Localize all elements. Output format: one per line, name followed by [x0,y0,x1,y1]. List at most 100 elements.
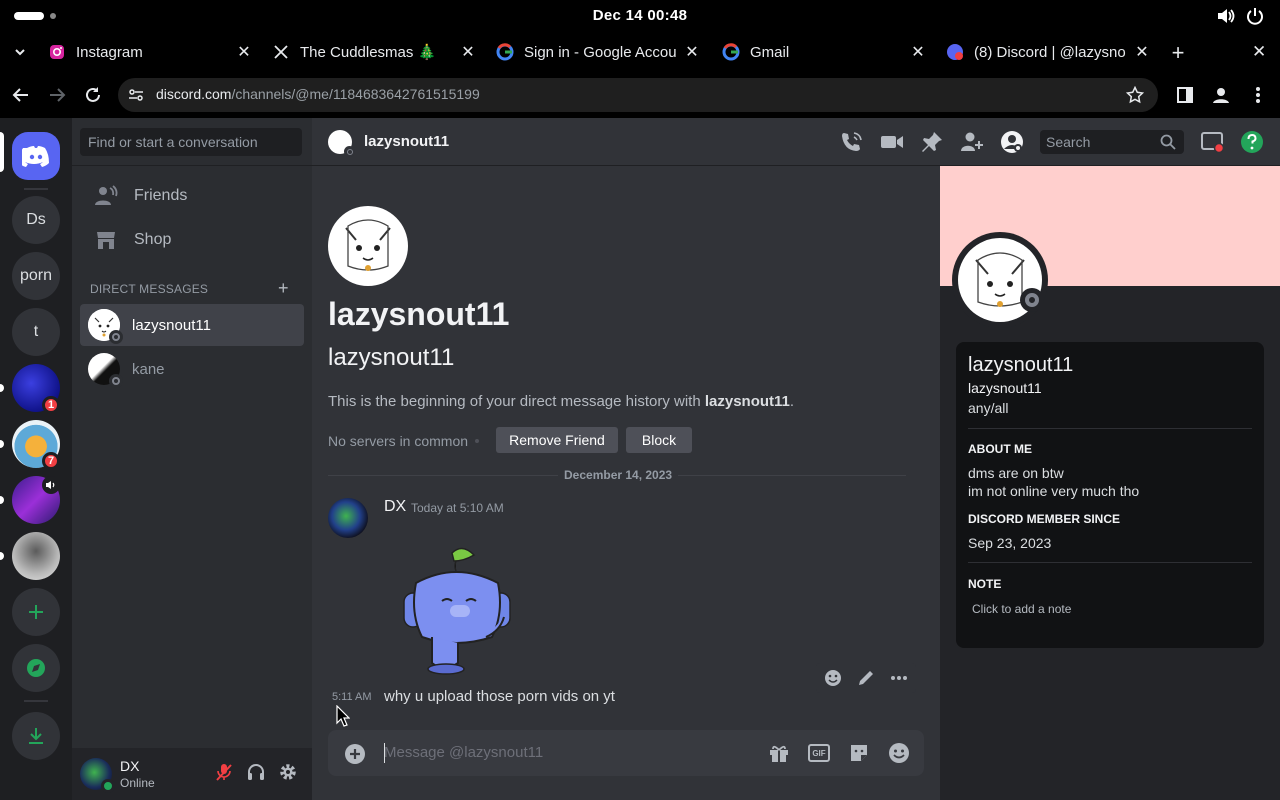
create-dm-plus-icon[interactable]: + [278,278,289,299]
block-button[interactable]: Block [626,427,692,453]
emoji-icon[interactable] [888,742,910,764]
member-since-date: Sep 23, 2023 [968,535,1052,551]
divider [72,165,312,166]
bookmark-star-icon[interactable] [1126,86,1144,104]
profile-status-offline [1020,288,1044,312]
profile-icon[interactable] [1212,86,1230,104]
url-text: discord.com/channels/@me/118468364276151… [156,86,480,102]
beginning-text: This is the beginning of your direct mes… [328,393,705,410]
selected-indicator [0,132,4,172]
attach-plus-icon[interactable] [344,743,366,765]
note-title: NOTE [968,577,1002,591]
about-me-title: ABOUT ME [968,442,1032,456]
help-icon[interactable] [1240,130,1264,154]
server-ds[interactable]: Ds [12,196,60,244]
header-username[interactable]: lazysnout11 [364,133,449,150]
friends-wave-icon [94,184,118,208]
volume-icon[interactable] [1216,7,1236,25]
server-gray-avatar[interactable] [12,532,60,580]
tab-instagram[interactable]: Instagram ✕ [48,32,254,72]
power-icon[interactable] [1246,7,1264,25]
nav-friends-label: Friends [134,187,188,204]
omnibox[interactable]: discord.com/channels/@me/118468364276151… [118,78,1158,112]
tab-discord[interactable]: (8) Discord | @lazysno ✕ [946,32,1152,72]
video-call-icon[interactable] [880,130,904,154]
explore-compass-icon[interactable] [12,644,60,692]
header-avatar[interactable] [328,130,355,157]
message-author-avatar[interactable] [328,498,368,538]
search-icon [1160,134,1176,150]
clock: Dec 14 00:48 [592,7,688,24]
chat-header: lazysnout11 Search [312,118,1280,166]
dm-sidebar: Find or start a conversation Friends Sho… [72,118,312,800]
remove-friend-button[interactable]: Remove Friend [496,427,618,453]
server-porn[interactable]: porn [12,252,60,300]
dm-header: DIRECT MESSAGES [90,282,209,296]
server-rail: Ds porn t 1 7 [0,118,72,800]
server-t[interactable]: t [12,308,60,356]
tab-title: The Cuddlesmas 🎄 [300,44,437,61]
mute-mic-icon[interactable] [214,762,234,782]
reload-icon[interactable] [84,86,102,104]
inbox-icon[interactable] [1200,130,1224,154]
menu-kebab-icon[interactable] [1250,86,1266,104]
dm-name: kane [132,360,165,378]
chat-area: lazysnout11 lazysnout11 This is the begi… [312,118,940,800]
search-box[interactable]: Search [1040,130,1184,154]
tab-close-icon[interactable]: ✕ [1132,42,1152,62]
edit-pencil-icon[interactable] [856,668,876,688]
member-since-title: DISCORD MEMBER SINCE [968,512,1121,526]
status-offline [109,330,123,344]
add-friends-to-dm-icon[interactable] [960,130,984,154]
add-reaction-icon[interactable] [823,668,843,688]
message-author[interactable]: DX [384,498,406,516]
self-status: Online [120,776,155,790]
tab-gmail[interactable]: Gmail ✕ [722,32,928,72]
user-profile-toggle-icon[interactable] [1000,130,1024,154]
tab-close-icon[interactable]: ✕ [682,42,702,62]
tab-cuddlesmas[interactable]: The Cuddlesmas 🎄 ✕ [272,32,478,72]
unread-indicator [0,384,4,392]
dm-item-lazysnout11[interactable]: lazysnout11 [80,304,304,346]
more-options-icon[interactable] [889,668,909,688]
beginning-name: lazysnout11 [704,393,790,410]
gif-button[interactable]: GIF [808,744,830,762]
self-avatar[interactable] [80,758,115,793]
intro-display-name: lazysnout11 [328,296,510,332]
message-actions [816,663,916,693]
find-conversation-button[interactable]: Find or start a conversation [80,128,302,156]
new-tab-button[interactable]: + [1168,40,1188,66]
site-settings-icon[interactable] [128,87,144,103]
headphones-icon[interactable] [246,762,266,782]
tab-google-signin[interactable]: Sign in - Google Accou ✕ [496,32,702,72]
tab-close-icon[interactable]: ✕ [458,42,478,62]
voice-speaker-icon [42,476,60,494]
side-panel-icon[interactable] [1176,86,1194,104]
add-server-button[interactable] [12,588,60,636]
tab-close-icon[interactable]: ✕ [908,42,928,62]
download-apps-icon[interactable] [12,712,60,760]
nav-friends[interactable]: Friends [80,175,304,217]
home-discord-button[interactable] [12,132,60,180]
sticker-icon[interactable] [848,742,870,764]
address-bar: discord.com/channels/@me/118468364276151… [0,72,1280,118]
dm-item-kane[interactable]: kane [80,348,304,390]
pinned-messages-icon[interactable] [920,130,944,154]
url-path: /channels/@me/1184683642761515199 [231,86,480,102]
voice-call-icon[interactable] [840,130,864,154]
gift-icon[interactable] [768,742,790,764]
back-arrow-icon[interactable] [12,86,30,104]
user-panel: DX Online [72,748,312,800]
note-input[interactable]: Click to add a note [972,602,1071,616]
tab-search-chevron-icon[interactable] [12,44,28,60]
status-offline [344,146,355,157]
divider [968,562,1252,563]
nav-shop[interactable]: Shop [80,219,304,261]
close-window-icon[interactable]: ✕ [1252,42,1266,62]
forward-arrow-icon[interactable] [48,86,66,104]
wumpus-sticker[interactable] [396,543,522,683]
tab-close-icon[interactable]: ✕ [234,42,254,62]
mention-badge: 1 [42,396,60,414]
message-input[interactable]: Message @lazysnout11 [384,744,543,761]
settings-gear-icon[interactable] [278,762,298,782]
